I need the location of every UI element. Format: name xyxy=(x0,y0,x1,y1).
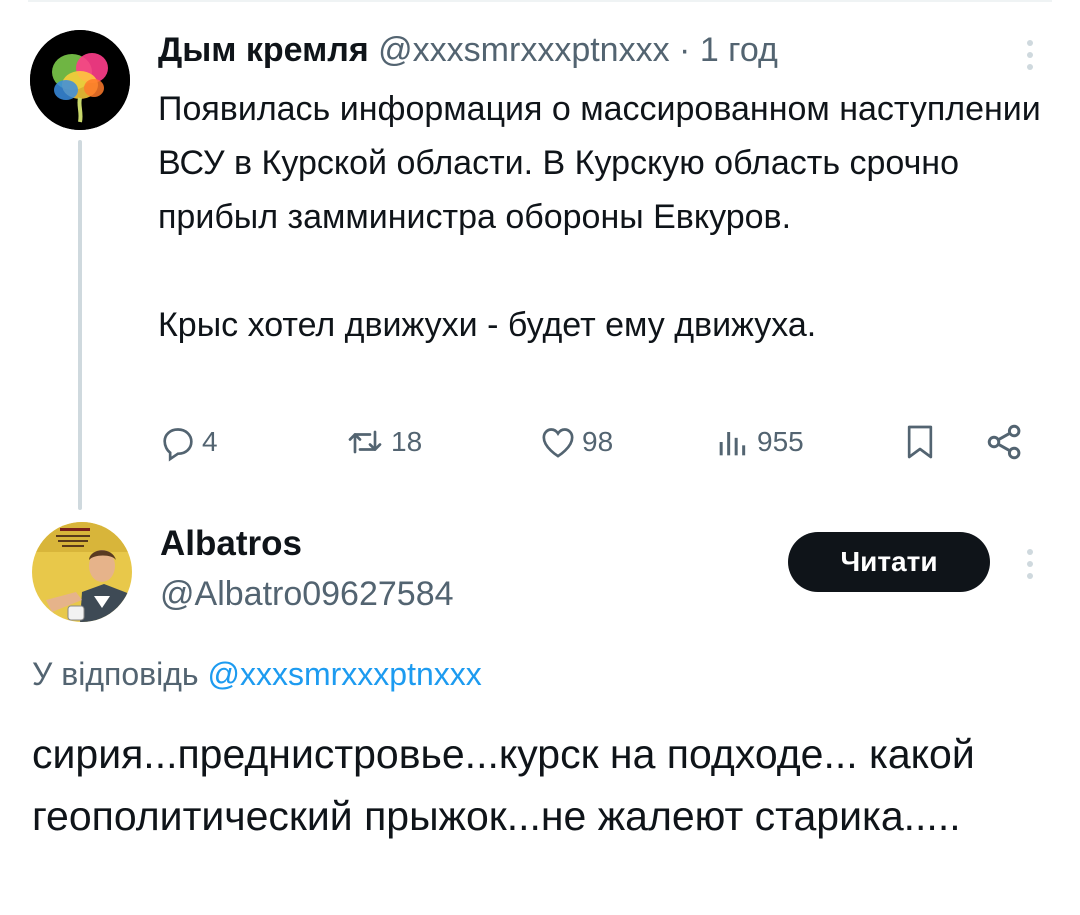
avatar-reply[interactable] xyxy=(32,522,132,622)
parent-tweet-text: Появилась информация о массированном нас… xyxy=(158,82,1058,352)
reply-count: 4 xyxy=(202,426,218,457)
parent-tweet-header: Дым кремля @xxxsmrxxxptnxxx · 1 год xyxy=(158,28,778,72)
share-icon xyxy=(987,424,1021,460)
views-icon xyxy=(719,432,746,456)
share-button[interactable] xyxy=(983,418,1027,466)
replying-to: У відповідь @xxxsmrxxxptnxxx xyxy=(32,652,482,696)
more-icon[interactable] xyxy=(1020,33,1040,77)
like-count: 98 xyxy=(582,426,614,457)
thread-connector xyxy=(78,140,82,510)
tweet-paragraph: Крыс хотел движухи - будет ему движуха. xyxy=(158,306,817,344)
views-button[interactable]: 955 xyxy=(713,418,804,466)
top-divider xyxy=(28,0,1052,2)
like-icon xyxy=(542,428,574,458)
views-count: 955 xyxy=(757,426,804,457)
replying-to-label: У відповідь xyxy=(32,656,199,692)
reply-tweet-text: сирия...преднистровье...курск на подходе… xyxy=(32,731,975,839)
author-name[interactable]: Дым кремля xyxy=(158,31,369,69)
retweet-icon xyxy=(348,430,382,454)
tweet-paragraph: Появилась информация о массированном нас… xyxy=(158,90,1041,236)
bookmark-button[interactable] xyxy=(900,418,940,466)
retweet-button[interactable]: 18 xyxy=(343,418,422,466)
mention-link[interactable]: @xxxsmrxxxptnxxx xyxy=(207,656,481,692)
tweet-time[interactable]: 1 год xyxy=(700,31,778,69)
reply-button[interactable]: 4 xyxy=(158,418,218,466)
avatar-parent[interactable] xyxy=(30,30,130,130)
reply-author-handle[interactable]: @Albatro09627584 xyxy=(160,572,454,616)
bookmark-icon xyxy=(907,425,933,459)
separator-dot: · xyxy=(679,31,691,69)
retweet-count: 18 xyxy=(391,426,423,457)
action-bar: 4 18 98 955 xyxy=(158,418,1038,466)
reply-author-name[interactable]: Albatros xyxy=(160,522,302,566)
follow-button[interactable]: Читати xyxy=(788,532,990,592)
like-button[interactable]: 98 xyxy=(538,418,613,466)
author-handle[interactable]: @xxxsmrxxxptnxxx xyxy=(378,31,669,69)
reply-icon xyxy=(163,428,193,462)
more-icon[interactable] xyxy=(1020,542,1040,586)
